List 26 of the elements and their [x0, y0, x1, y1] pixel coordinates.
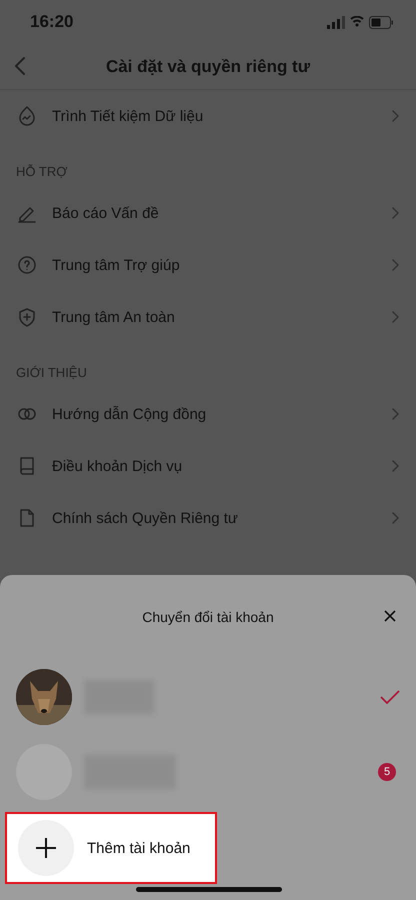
chevron-icon: [391, 310, 400, 324]
chevron-icon: [391, 407, 400, 421]
add-account-highlight[interactable]: Thêm tài khoản: [5, 812, 217, 884]
settings-item[interactable]: Hướng dẫn Cộng đồng: [52, 406, 377, 422]
sheet-title: Chuyển đổi tài khoản: [142, 609, 274, 625]
chevron-icon: [391, 459, 400, 473]
settings-item[interactable]: Trung tâm Trợ giúp: [52, 256, 377, 274]
chevron-icon: [391, 206, 400, 220]
settings-item[interactable]: Chính sách Quyền Riêng tư: [52, 510, 377, 526]
battery-icon: [369, 16, 394, 28]
status-time: 16:20: [30, 12, 74, 32]
chevron-icon: [391, 109, 400, 123]
wifi-icon: [350, 16, 364, 28]
settings-item[interactable]: Trung tâm An toàn: [52, 308, 377, 326]
add-account-label: Thêm tài khoản: [87, 840, 190, 856]
settings-item[interactable]: Trình Tiết kiệm Dữ liệu: [52, 108, 377, 124]
close-icon[interactable]: [384, 610, 396, 622]
notification-badge: 5: [378, 762, 396, 780]
help-icon: [16, 254, 38, 276]
settings-item[interactable]: Báo cáo Vấn đề: [52, 204, 377, 222]
settings-item[interactable]: Điều khoản Dịch vụ: [52, 458, 377, 474]
chevron-icon: [391, 511, 400, 525]
chevron-icon: [391, 258, 400, 272]
page-title: Cài đặt và quyền riêng tư: [104, 56, 312, 76]
plus-icon: [35, 837, 57, 859]
signal-icon: [327, 16, 345, 28]
